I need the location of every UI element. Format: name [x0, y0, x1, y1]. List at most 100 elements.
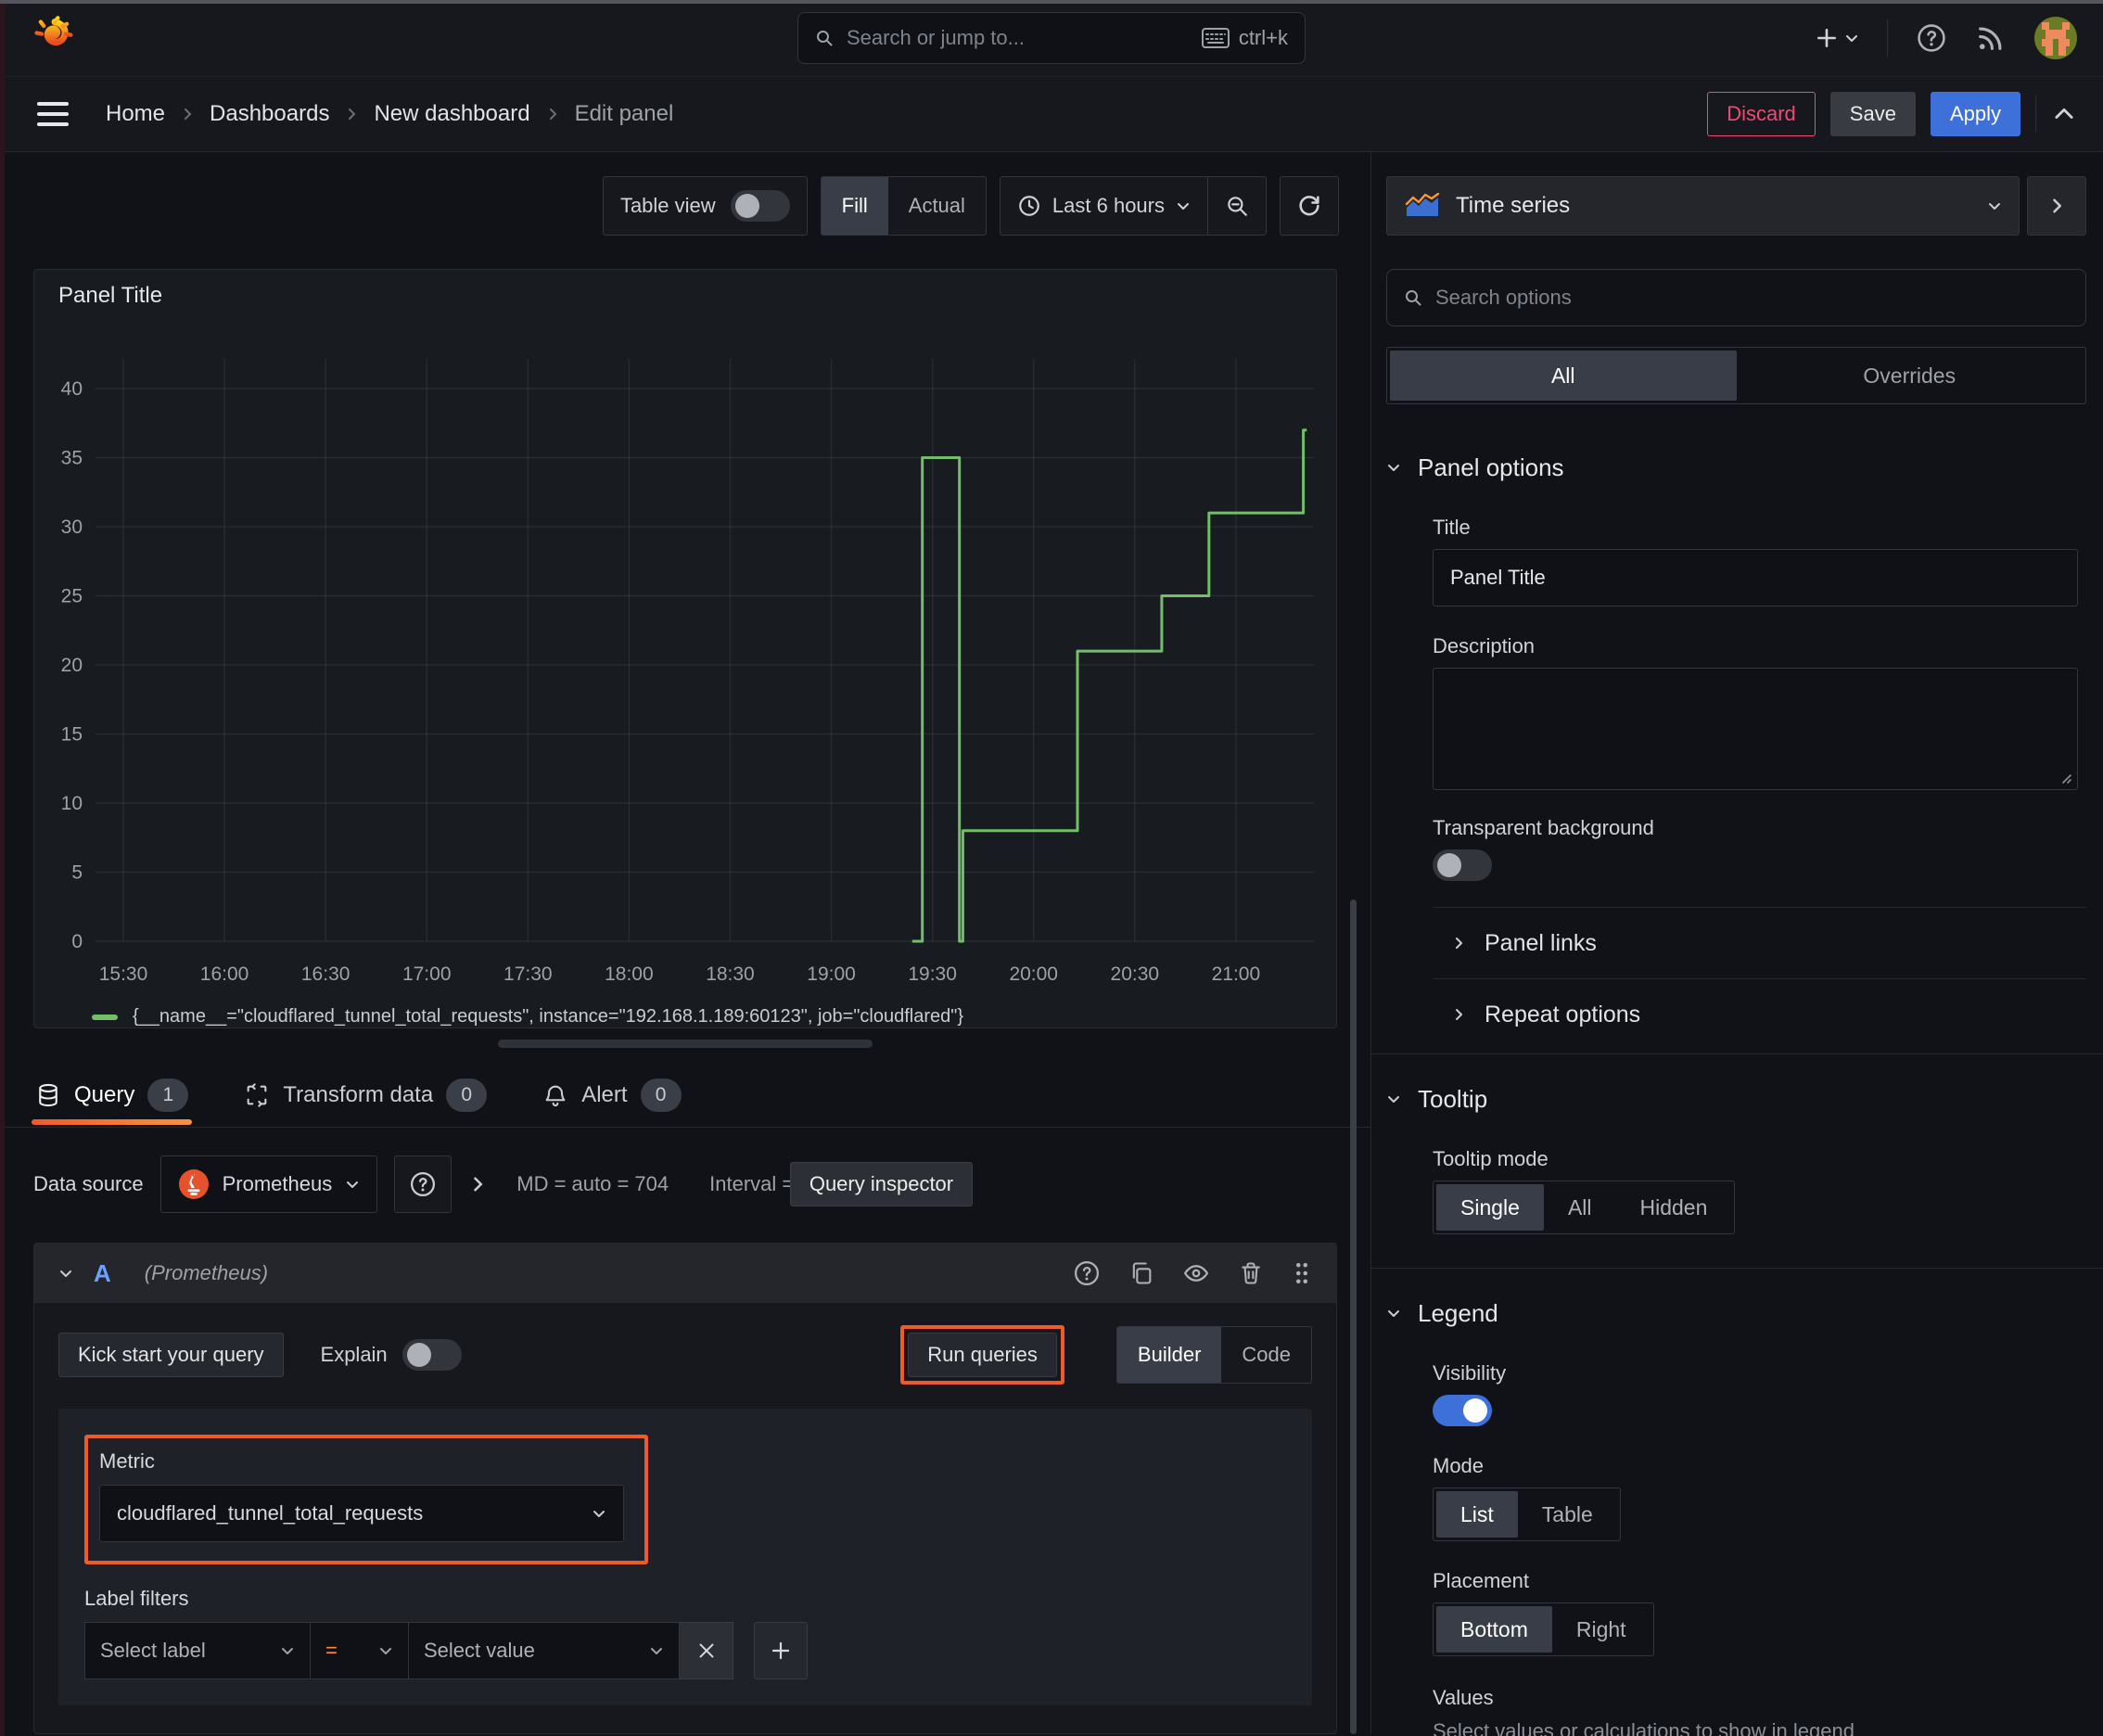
svg-text:15: 15: [61, 724, 83, 746]
table-view-label: Table view: [619, 194, 716, 217]
legend-mode-table[interactable]: Table: [1518, 1491, 1617, 1538]
actual-option[interactable]: Actual: [888, 177, 986, 235]
legend-visibility-toggle[interactable]: [1433, 1395, 1492, 1426]
options-search-input[interactable]: [1435, 286, 2069, 310]
duplicate-query-icon[interactable]: [1128, 1260, 1154, 1286]
tooltip-hidden[interactable]: Hidden: [1616, 1184, 1732, 1231]
time-range-picker[interactable]: Last 6 hours: [1001, 177, 1207, 235]
legend-mode-label: Mode: [1433, 1454, 1485, 1477]
run-queries-button[interactable]: Run queries: [908, 1333, 1057, 1377]
refresh-button[interactable]: [1280, 176, 1339, 236]
select-value-dropdown[interactable]: Select value: [409, 1622, 680, 1679]
options-search[interactable]: [1386, 269, 2086, 326]
grafana-logo[interactable]: [30, 14, 78, 62]
operator-dropdown[interactable]: =: [311, 1622, 409, 1679]
breadcrumb-dashboards[interactable]: Dashboards: [210, 101, 329, 127]
datasource-help-button[interactable]: [394, 1155, 452, 1213]
hide-response-eye-icon[interactable]: [1182, 1259, 1210, 1287]
breadcrumb-separator: [180, 107, 195, 121]
delete-query-icon[interactable]: [1238, 1260, 1264, 1286]
explain-toggle[interactable]: [401, 1339, 462, 1371]
filter-overrides[interactable]: Overrides: [1737, 351, 2084, 401]
code-option[interactable]: Code: [1221, 1327, 1311, 1383]
tab-query[interactable]: Query 1: [31, 1065, 193, 1127]
title-label: Title: [1433, 516, 1471, 539]
collapse-header-button[interactable]: [2051, 101, 2077, 127]
metric-select[interactable]: cloudflared_tunnel_total_requests: [99, 1485, 624, 1542]
select-label-dropdown[interactable]: Select label: [84, 1622, 311, 1679]
run-queries-highlight: Run queries: [900, 1325, 1064, 1385]
visualization-picker[interactable]: Time series: [1386, 176, 2020, 236]
tab-transform[interactable]: Transform data 0: [244, 1065, 488, 1127]
main-scrollbar[interactable]: [1350, 900, 1357, 1734]
apply-button[interactable]: Apply: [1930, 92, 2020, 136]
query-options-summary[interactable]: MD = auto = 704 Interval = 30s: [516, 1172, 833, 1196]
news-feed-icon[interactable]: [1975, 22, 2007, 54]
query-datasource-hint: (Prometheus): [144, 1261, 269, 1284]
transparent-bg-toggle[interactable]: [1433, 849, 1492, 881]
query-row-header[interactable]: A (Prometheus): [34, 1244, 1336, 1303]
help-button[interactable]: [1916, 22, 1947, 54]
discard-button[interactable]: Discard: [1707, 92, 1816, 136]
section-panel-options[interactable]: Panel options: [1386, 438, 2086, 497]
section-tooltip[interactable]: Tooltip: [1386, 1069, 2086, 1129]
save-button[interactable]: Save: [1829, 92, 1916, 136]
zoom-out-button[interactable]: [1208, 177, 1266, 235]
user-avatar[interactable]: [2034, 17, 2077, 59]
query-count-badge: 1: [147, 1079, 189, 1113]
tooltip-all[interactable]: All: [1544, 1184, 1616, 1231]
description-textarea[interactable]: [1433, 668, 2078, 790]
query-inspector-button[interactable]: Query inspector: [789, 1162, 974, 1206]
nav-divider: [1887, 19, 1888, 57]
legend-mode-list[interactable]: List: [1436, 1491, 1518, 1538]
remove-filter-button[interactable]: [680, 1622, 733, 1679]
label-filters-row: Select label = Select value: [84, 1622, 1286, 1679]
drag-handle-icon[interactable]: [1292, 1259, 1312, 1287]
global-search[interactable]: ctrl+k: [797, 12, 1306, 64]
query-section: Data source Prometheus MD = auto = 704 I…: [0, 1128, 1370, 1734]
keyboard-icon: [1201, 28, 1230, 48]
panel-toolbar: Table view Fill Actual Last 6 hours: [0, 176, 1370, 236]
svg-text:25: 25: [61, 586, 83, 607]
panel-title-input[interactable]: [1433, 549, 2078, 606]
kick-start-query-button[interactable]: Kick start your query: [58, 1333, 284, 1377]
legend-placement-bottom[interactable]: Bottom: [1436, 1606, 1552, 1653]
window-left-edge: [0, 0, 5, 1736]
fill-option[interactable]: Fill: [821, 177, 888, 235]
add-filter-button[interactable]: [754, 1622, 808, 1679]
transform-count-badge: 0: [446, 1079, 488, 1113]
visualization-name: Time series: [1456, 193, 1571, 218]
section-repeat-options[interactable]: Repeat options: [1386, 979, 2086, 1050]
nav-divider: [2035, 96, 2036, 133]
table-view-toggle[interactable]: [730, 190, 790, 222]
breadcrumb-new-dashboard[interactable]: New dashboard: [374, 101, 529, 127]
expand-options-icon[interactable]: [468, 1175, 487, 1194]
chart-legend[interactable]: {__name__="cloudflared_tunnel_total_requ…: [92, 1006, 1336, 1028]
collapse-sidebar-button[interactable]: [2027, 176, 2086, 236]
search-input[interactable]: [847, 26, 1189, 50]
panel-title[interactable]: Panel Title: [34, 270, 1336, 318]
chart-panel: Panel Title 0 5 10 15 20 25 30 35 40 15:30 16:00 16…: [33, 269, 1337, 1028]
svg-text:15:30: 15:30: [99, 964, 148, 985]
breadcrumb-home[interactable]: Home: [106, 101, 165, 127]
breadcrumb: Home Dashboards New dashboard Edit panel: [106, 101, 673, 127]
tab-alert[interactable]: Alert 0: [542, 1065, 682, 1127]
svg-text:5: 5: [71, 862, 83, 884]
builder-option[interactable]: Builder: [1116, 1327, 1222, 1383]
svg-text:20: 20: [61, 655, 83, 676]
metric-field-highlight: Metric cloudflared_tunnel_total_requests: [84, 1435, 648, 1564]
menu-toggle-icon[interactable]: [37, 102, 69, 126]
section-legend[interactable]: Legend: [1386, 1283, 2086, 1343]
section-panel-links[interactable]: Panel links: [1386, 908, 2086, 978]
add-menu-button[interactable]: [1815, 26, 1859, 50]
tooltip-single[interactable]: Single: [1436, 1184, 1544, 1231]
datasource-picker[interactable]: Prometheus: [159, 1155, 378, 1213]
options-sidebar: Time series All Overrides Panel options …: [1370, 152, 2103, 1736]
panel-resize-handle[interactable]: [498, 1040, 873, 1048]
svg-text:18:30: 18:30: [706, 964, 755, 985]
editor-tabs: Query 1 Transform data 0 Alert 0: [0, 1065, 1370, 1128]
filter-all[interactable]: All: [1390, 351, 1737, 401]
legend-series-label: {__name__="cloudflared_tunnel_total_requ…: [133, 1006, 964, 1027]
legend-placement-right[interactable]: Right: [1552, 1606, 1651, 1653]
query-help-icon[interactable]: [1073, 1259, 1101, 1287]
